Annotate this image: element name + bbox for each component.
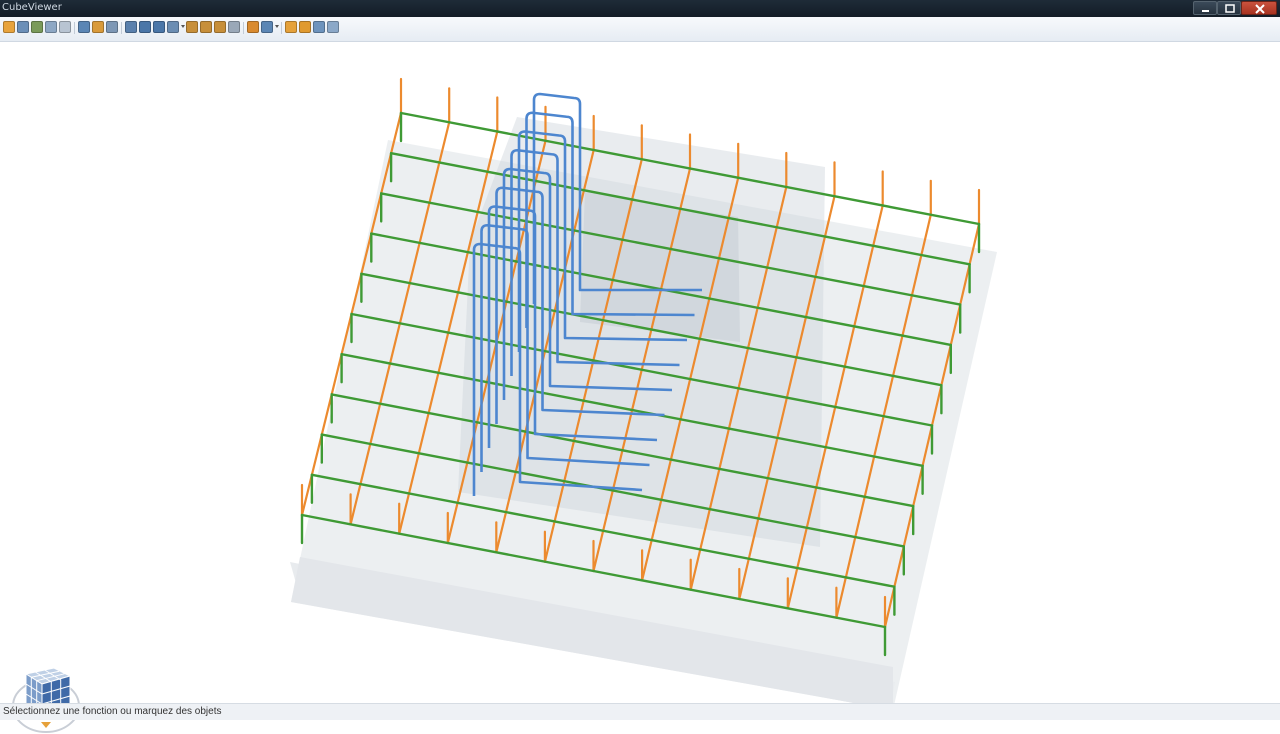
zoom-extents-icon[interactable]	[125, 21, 137, 33]
wireframe-icon[interactable]	[313, 21, 325, 33]
window-title: CubeViewer	[2, 2, 62, 13]
status-bar: Sélectionnez une fonction ou marquez des…	[0, 703, 1280, 720]
minimize-icon	[1202, 10, 1209, 12]
copy-icon[interactable]	[45, 21, 57, 33]
view-mode-icon[interactable]	[261, 21, 273, 33]
dropdown-arrow-icon[interactable]	[181, 25, 185, 28]
properties-icon[interactable]	[106, 21, 118, 33]
transparent-icon[interactable]	[327, 21, 339, 33]
toolbar-separator	[281, 22, 282, 34]
markup-icon[interactable]	[228, 21, 240, 33]
toolbar-separator	[243, 22, 244, 34]
minimize-button[interactable]	[1193, 1, 1217, 15]
export-icon[interactable]	[59, 21, 71, 33]
navcube-handle-icon[interactable]	[41, 722, 51, 728]
close-button[interactable]	[1241, 1, 1277, 15]
navigation-cube[interactable]	[10, 662, 82, 734]
toolbar-separator	[74, 22, 75, 34]
print-preview-icon[interactable]	[31, 21, 43, 33]
zoom-in-icon[interactable]	[139, 21, 151, 33]
toolbar	[0, 17, 1280, 42]
measure-icon[interactable]	[186, 21, 198, 33]
rebar-model	[290, 77, 997, 703]
cube-icon[interactable]	[285, 21, 297, 33]
print-icon[interactable]	[17, 21, 29, 33]
status-message: Sélectionnez une fonction ou marquez des…	[3, 706, 222, 717]
3d-viewport[interactable]	[0, 42, 1280, 733]
shade-icon[interactable]	[299, 21, 311, 33]
save-icon[interactable]	[3, 21, 15, 33]
toolbar-separator	[121, 22, 122, 34]
maximize-button[interactable]	[1217, 1, 1241, 15]
pan-icon[interactable]	[167, 21, 179, 33]
dropdown-arrow-icon[interactable]	[275, 25, 279, 28]
maximize-icon	[1225, 4, 1235, 13]
section-icon[interactable]	[200, 21, 212, 33]
select-icon[interactable]	[78, 21, 90, 33]
close-icon	[1255, 4, 1265, 14]
zoom-out-icon[interactable]	[153, 21, 165, 33]
render-icon[interactable]	[247, 21, 259, 33]
title-bar: CubeViewer	[0, 0, 1280, 17]
dimension-icon[interactable]	[214, 21, 226, 33]
layers-icon[interactable]	[92, 21, 104, 33]
